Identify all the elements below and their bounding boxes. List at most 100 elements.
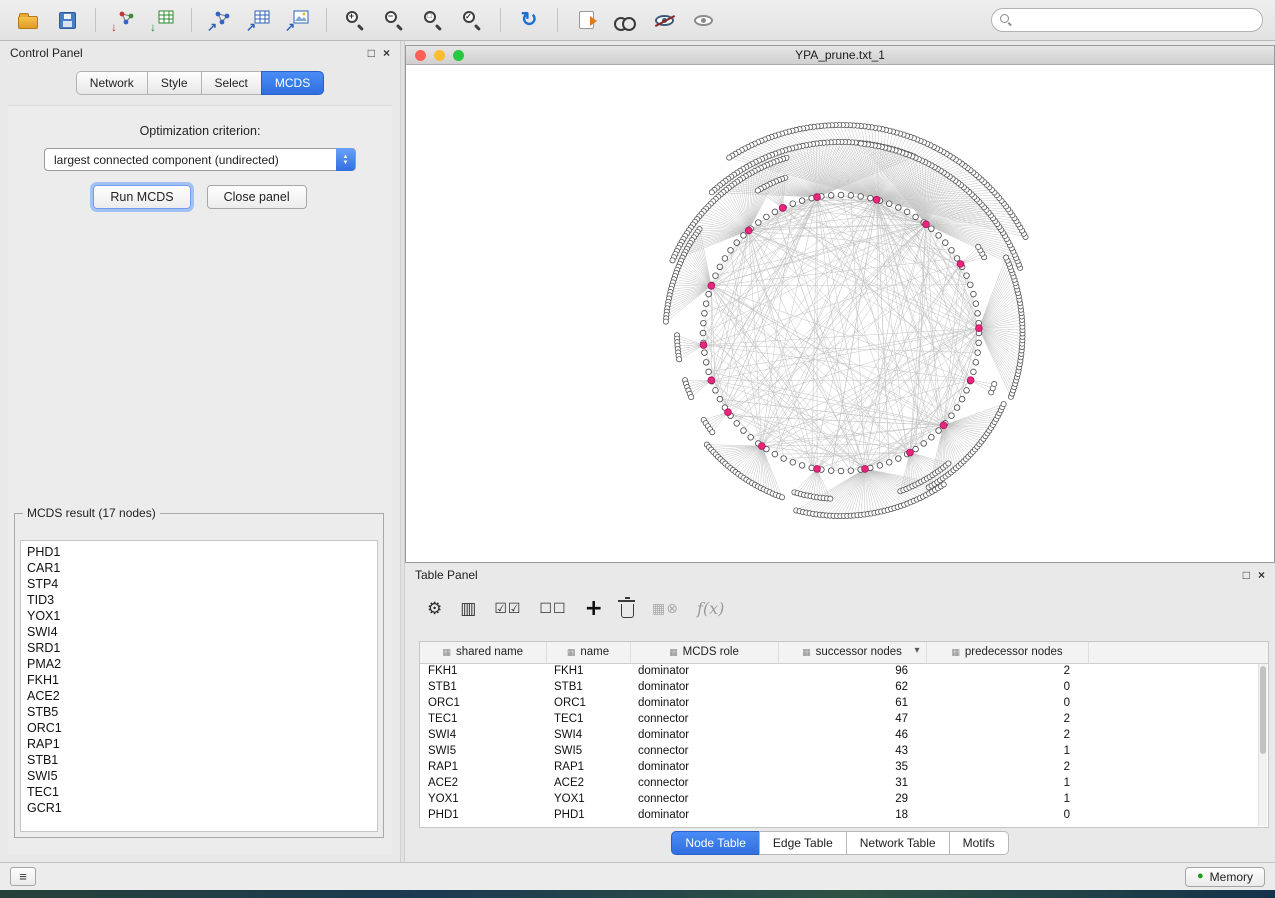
table-cell[interactable]: SWI5 <box>420 743 546 759</box>
table-row[interactable]: ACE2ACE2connector311 <box>420 775 1268 791</box>
tab-network-table[interactable]: Network Table <box>846 831 949 855</box>
table-scrollbar[interactable] <box>1258 664 1267 826</box>
table-cell[interactable]: 18 <box>778 807 926 823</box>
optimization-criterion-select[interactable]: largest connected component (undirected)… <box>44 148 356 171</box>
table-cell[interactable]: 0 <box>926 695 1088 711</box>
table-cell[interactable]: ACE2 <box>420 775 546 791</box>
search-input[interactable] <box>1019 13 1254 27</box>
table-cell[interactable]: dominator <box>630 695 778 711</box>
mcds-result-item[interactable]: PMA2 <box>27 656 371 672</box>
tab-node-table[interactable]: Node Table <box>671 831 759 855</box>
table-cell[interactable]: dominator <box>630 663 778 679</box>
tab-motifs[interactable]: Motifs <box>949 831 1009 855</box>
table-cell[interactable]: PHD1 <box>420 807 546 823</box>
table-cell[interactable]: 2 <box>926 711 1088 727</box>
table-cell[interactable]: ORC1 <box>546 695 630 711</box>
network-canvas[interactable] <box>406 65 1274 562</box>
mcds-result-item[interactable]: YOX1 <box>27 608 371 624</box>
table-cell[interactable]: 62 <box>778 679 926 695</box>
delete-table-button[interactable]: ▦⊗ <box>652 602 679 616</box>
mcds-result-item[interactable]: STB5 <box>27 704 371 720</box>
table-cell[interactable]: SWI5 <box>546 743 630 759</box>
status-menu-button[interactable]: ≡ <box>10 867 36 886</box>
zoom-out-button[interactable]: − <box>378 5 410 35</box>
select-all-button[interactable]: ☑☑ <box>494 602 521 616</box>
close-panel-button-mcds[interactable]: Close panel <box>207 185 307 209</box>
table-cell[interactable]: 47 <box>778 711 926 727</box>
float-table-panel-button[interactable]: □ <box>1243 569 1250 581</box>
show-all-button[interactable] <box>687 5 719 35</box>
column-header-mcds-role[interactable]: ▦MCDS role <box>630 642 778 663</box>
table-cell[interactable]: connector <box>630 791 778 807</box>
zoom-in-button[interactable]: + <box>339 5 371 35</box>
table-row[interactable]: STB1STB1dominator620 <box>420 679 1268 695</box>
table-cell[interactable]: 2 <box>926 727 1088 743</box>
network-window-titlebar[interactable]: YPA_prune.txt_1 <box>406 46 1274 65</box>
mcds-result-item[interactable]: PHD1 <box>27 544 371 560</box>
table-cell[interactable]: RAP1 <box>420 759 546 775</box>
mcds-result-item[interactable]: SRD1 <box>27 640 371 656</box>
run-mcds-button[interactable]: Run MCDS <box>93 185 190 209</box>
import-network-button[interactable]: ↓ <box>108 5 140 35</box>
table-cell[interactable]: TEC1 <box>546 711 630 727</box>
maximize-window-icon[interactable] <box>453 50 464 61</box>
table-row[interactable]: RAP1RAP1dominator352 <box>420 759 1268 775</box>
column-header-successor-nodes[interactable]: ▦successor nodes▾ <box>778 642 926 663</box>
table-row[interactable]: SWI4SWI4dominator462 <box>420 727 1268 743</box>
mcds-result-item[interactable]: TID3 <box>27 592 371 608</box>
float-panel-button[interactable]: □ <box>368 47 375 59</box>
tab-select[interactable]: Select <box>201 71 261 95</box>
zoom-fit-button[interactable]: □ <box>417 5 449 35</box>
table-row[interactable]: SWI5SWI5connector431 <box>420 743 1268 759</box>
table-cell[interactable]: 0 <box>926 679 1088 695</box>
table-cell[interactable]: 46 <box>778 727 926 743</box>
open-file-button[interactable] <box>12 5 44 35</box>
table-cell[interactable]: 96 <box>778 663 926 679</box>
mcds-result-item[interactable]: ORC1 <box>27 720 371 736</box>
column-header-name[interactable]: ▦name <box>546 642 630 663</box>
table-cell[interactable]: 61 <box>778 695 926 711</box>
hide-selected-button[interactable] <box>648 5 680 35</box>
mcds-result-item[interactable]: RAP1 <box>27 736 371 752</box>
export-network-button[interactable]: ↗ <box>204 5 236 35</box>
tab-style[interactable]: Style <box>147 71 201 95</box>
table-settings-button[interactable]: ⚙ <box>427 601 442 618</box>
table-cell[interactable]: 0 <box>926 807 1088 823</box>
mcds-result-item[interactable]: STB1 <box>27 752 371 768</box>
close-table-panel-button[interactable]: × <box>1258 569 1265 581</box>
table-cell[interactable]: STB1 <box>546 679 630 695</box>
mcds-result-item[interactable]: ACE2 <box>27 688 371 704</box>
zoom-selected-button[interactable]: ✓ <box>456 5 488 35</box>
import-table-button[interactable]: ↓ <box>147 5 179 35</box>
sort-chevron-icon[interactable]: ▾ <box>914 645 919 656</box>
mcds-result-list[interactable]: PHD1CAR1STP4TID3YOX1SWI4SRD1PMA2FKH1ACE2… <box>20 540 378 832</box>
table-cell[interactable]: SWI4 <box>546 727 630 743</box>
mcds-result-item[interactable]: STP4 <box>27 576 371 592</box>
table-cell[interactable]: FKH1 <box>546 663 630 679</box>
mcds-result-item[interactable]: SWI4 <box>27 624 371 640</box>
add-column-button[interactable]: + <box>585 598 603 620</box>
refresh-button[interactable]: ↻ <box>513 5 545 35</box>
table-cell[interactable]: connector <box>630 711 778 727</box>
function-builder-button[interactable]: f(x) <box>697 601 724 617</box>
table-cell[interactable]: 43 <box>778 743 926 759</box>
table-cell[interactable]: dominator <box>630 759 778 775</box>
tab-network[interactable]: Network <box>76 71 147 95</box>
table-cell[interactable]: RAP1 <box>546 759 630 775</box>
table-cell[interactable]: dominator <box>630 807 778 823</box>
minimize-window-icon[interactable] <box>434 50 445 61</box>
table-cell[interactable]: 2 <box>926 663 1088 679</box>
mcds-result-item[interactable]: TEC1 <box>27 784 371 800</box>
close-window-icon[interactable] <box>415 50 426 61</box>
table-cell[interactable]: 29 <box>778 791 926 807</box>
find-button[interactable] <box>609 5 641 35</box>
table-cell[interactable]: STB1 <box>420 679 546 695</box>
table-cell[interactable]: 35 <box>778 759 926 775</box>
mcds-result-item[interactable]: FKH1 <box>27 672 371 688</box>
table-cell[interactable]: PHD1 <box>546 807 630 823</box>
show-columns-button[interactable]: ▥ <box>460 601 476 618</box>
export-table-button[interactable]: ↗ <box>243 5 275 35</box>
memory-button[interactable]: ● Memory <box>1185 867 1265 887</box>
table-row[interactable]: TEC1TEC1connector472 <box>420 711 1268 727</box>
table-cell[interactable]: 2 <box>926 759 1088 775</box>
